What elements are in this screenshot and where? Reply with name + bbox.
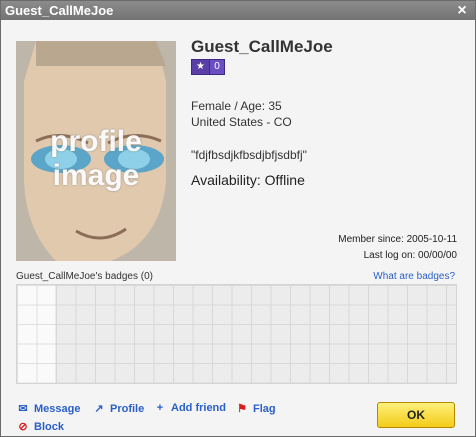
block-label: Block <box>34 421 64 433</box>
badges-grid <box>16 284 457 384</box>
profile-window: Guest_CallMeJoe × profile image Guest_Ca… <box>0 0 476 437</box>
external-link-icon: ↗ <box>94 403 104 415</box>
message-label: Message <box>34 403 81 415</box>
profile-label: Profile <box>110 403 145 415</box>
badge-count: 0 <box>209 59 225 75</box>
motto: "fdjfbsdjkfbsdjbfjsdbfj" <box>191 148 307 162</box>
gender-age: Female / Age: 35 <box>191 99 282 113</box>
profile-image-watermark: profile image <box>16 125 176 193</box>
flag-icon: ⚑ <box>237 403 247 415</box>
watermark-line-1: profile <box>50 125 142 158</box>
ok-button[interactable]: OK <box>377 402 455 428</box>
member-since: Member since: 2005-10-11 <box>338 234 457 245</box>
add-friend-label: Add friend <box>171 402 226 414</box>
envelope-icon: ✉ <box>18 403 28 415</box>
add-friend-action[interactable]: + Add friend <box>153 402 226 414</box>
title-bar[interactable]: Guest_CallMeJoe × <box>1 1 475 20</box>
flag-action[interactable]: ⚑ Flag <box>235 402 276 415</box>
block-icon: ⊘ <box>18 421 28 433</box>
window-title: Guest_CallMeJoe <box>5 3 114 18</box>
profile-image: profile image <box>16 41 176 261</box>
close-icon[interactable]: × <box>455 1 469 20</box>
block-action[interactable]: ⊘ Block <box>16 420 64 433</box>
watermark-line-2: image <box>52 159 140 192</box>
what-are-badges-link[interactable]: What are badges? <box>373 271 455 282</box>
last-logon: Last log on: 00/00/00 <box>363 250 457 261</box>
flag-label: Flag <box>253 403 276 415</box>
star-icon: ★ <box>191 59 210 75</box>
badges-label: Guest_CallMeJoe's badges (0) <box>16 271 153 282</box>
profile-action[interactable]: ↗ Profile <box>92 402 144 415</box>
add-user-icon: + <box>156 402 164 414</box>
badges-grid-first-column <box>17 285 55 383</box>
availability: Availability: Offline <box>191 172 305 188</box>
message-action[interactable]: ✉ Message <box>16 402 80 415</box>
profile-name: Guest_CallMeJoe <box>191 37 333 56</box>
location: United States - CO <box>191 115 292 129</box>
